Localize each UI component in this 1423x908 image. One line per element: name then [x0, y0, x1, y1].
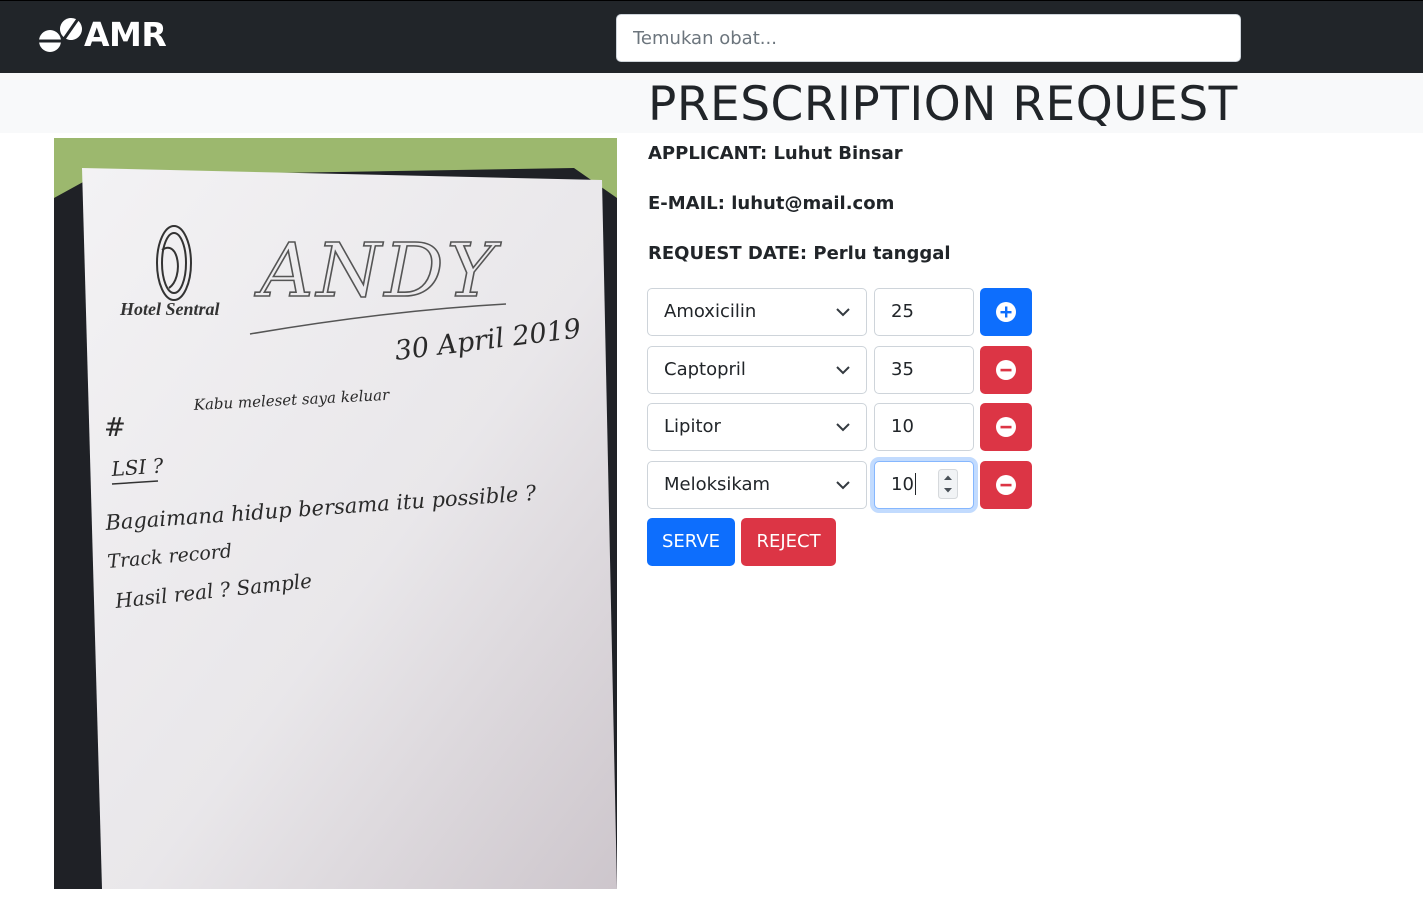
search-input[interactable]: [616, 14, 1241, 62]
serve-button[interactable]: SERVE: [647, 518, 735, 566]
minus-circle-icon: [996, 475, 1016, 495]
hotel-logo-text: Hotel Sentral: [119, 299, 220, 319]
quantity-value: 35: [891, 359, 914, 380]
chevron-down-icon: [836, 423, 850, 432]
handwriting-hash: #: [104, 413, 126, 443]
medicine-select-value: Captopril: [664, 359, 746, 380]
email-info: E-MAIL: luhut@mail.com: [648, 193, 895, 214]
prescription-photo: Hotel Sentral ANDY 30 April 2019 Kabu me…: [54, 138, 617, 889]
brand-logo[interactable]: AMR: [38, 15, 167, 55]
quantity-value: 25: [891, 301, 914, 322]
medicine-select-value: Amoxicilin: [664, 301, 757, 322]
quantity-value: 10: [891, 474, 914, 495]
add-item-button[interactable]: [980, 288, 1032, 336]
minus-circle-icon: [996, 360, 1016, 380]
handwriting-name: ANDY: [254, 228, 502, 314]
quantity-input[interactable]: 10: [874, 461, 974, 509]
medicine-select[interactable]: Meloksikam: [647, 461, 867, 509]
quantity-value: 10: [891, 416, 914, 437]
reject-button[interactable]: REJECT: [741, 518, 836, 566]
medicine-select-value: Meloksikam: [664, 474, 771, 495]
chevron-down-icon: [836, 308, 850, 317]
page-title: PRESCRIPTION REQUEST: [648, 77, 1238, 132]
handwriting-note-2: LSI ?: [110, 453, 165, 481]
applicant-info: APPLICANT: Luhut Binsar: [648, 143, 903, 164]
minus-circle-icon: [996, 417, 1016, 437]
number-spinner-icon[interactable]: [938, 469, 958, 499]
quantity-input[interactable]: 35: [874, 346, 974, 394]
medicine-select[interactable]: Captopril: [647, 346, 867, 394]
remove-item-button[interactable]: [980, 461, 1032, 509]
pills-icon: [39, 18, 82, 52]
medicine-select[interactable]: Lipitor: [647, 403, 867, 451]
remove-item-button[interactable]: [980, 403, 1032, 451]
remove-item-button[interactable]: [980, 346, 1032, 394]
text-caret: [914, 472, 916, 495]
plus-circle-icon: [996, 302, 1016, 322]
chevron-down-icon: [836, 481, 850, 490]
medicine-select-value: Lipitor: [664, 416, 721, 437]
chevron-down-icon: [836, 366, 850, 375]
request-date-info: REQUEST DATE: Perlu tanggal: [648, 243, 951, 264]
navbar: AMR: [0, 0, 1423, 73]
medicine-select[interactable]: Amoxicilin: [647, 288, 867, 336]
quantity-input[interactable]: 25: [874, 288, 974, 336]
brand-name: AMR: [84, 15, 167, 54]
quantity-input[interactable]: 10: [874, 403, 974, 451]
